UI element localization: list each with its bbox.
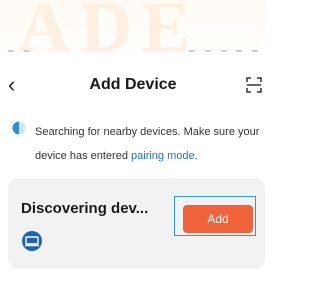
add-button[interactable]: Add	[183, 205, 253, 233]
status-indicators	[0, 50, 266, 52]
pairing-mode-link[interactable]: pairing mode	[131, 150, 195, 162]
device-card: Discovering dev... Add	[8, 178, 265, 269]
status-bar: ADE	[0, 0, 266, 62]
page-title: Add Device	[89, 76, 177, 93]
search-hint-text: Searching for nearby devices. Make sure …	[35, 126, 260, 162]
half-circle-icon	[12, 121, 26, 140]
nav-bar: ‹ Add Device	[0, 68, 266, 102]
background-watermark: ADE	[18, 0, 201, 62]
device-name: Discovering dev...	[21, 200, 149, 217]
device-icon	[21, 231, 43, 256]
scan-icon[interactable]	[246, 77, 262, 98]
